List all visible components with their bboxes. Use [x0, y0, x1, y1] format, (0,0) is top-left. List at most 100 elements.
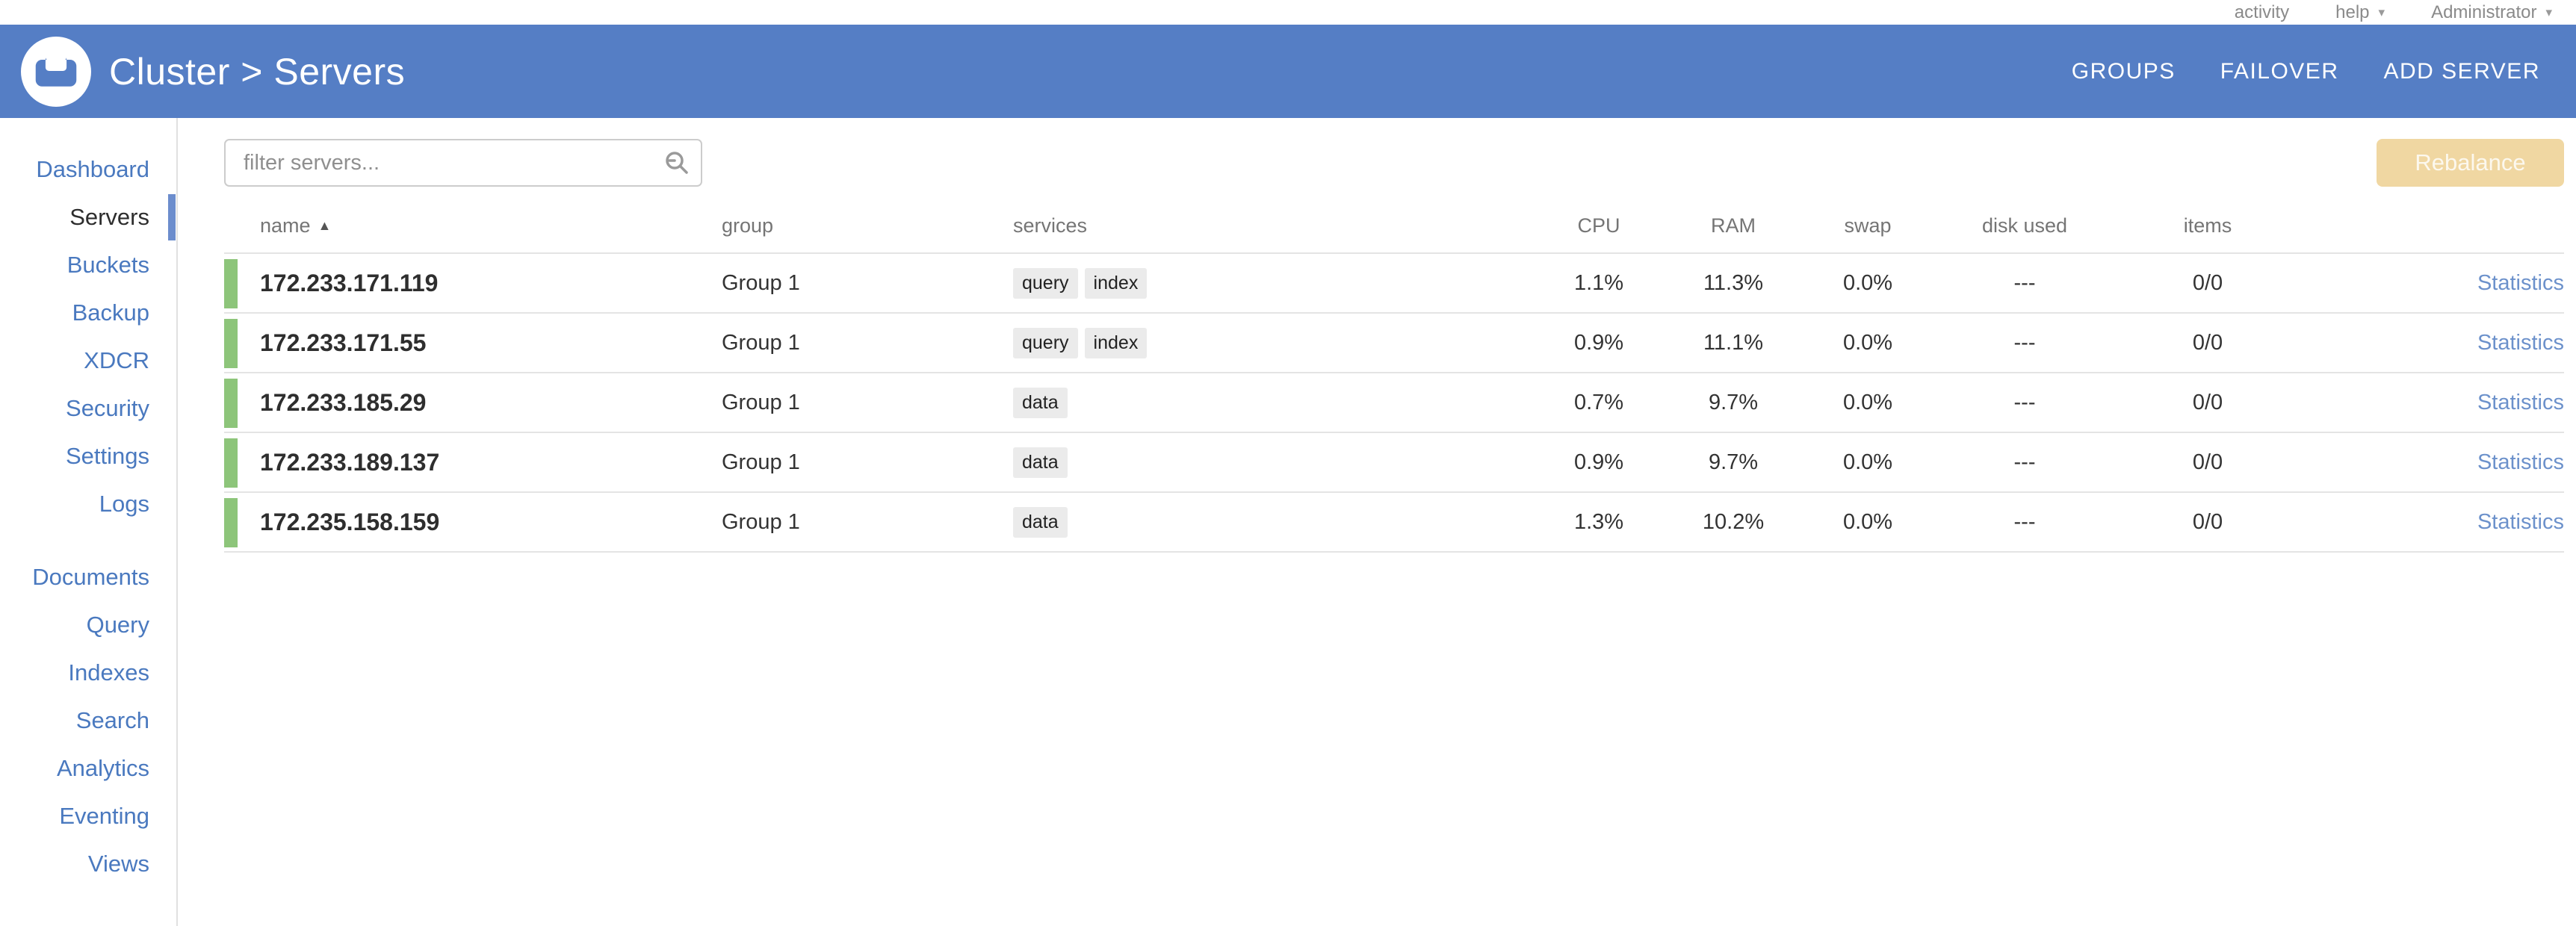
sidebar-item-views[interactable]: Views	[0, 840, 176, 888]
cpu-value: 1.3%	[1532, 510, 1666, 535]
server-services: data	[1009, 388, 1532, 418]
sidebar-item-label: Backup	[72, 299, 149, 326]
sidebar-item-eventing[interactable]: Eventing	[0, 792, 176, 840]
sidebar-item-xdcr[interactable]: XDCR	[0, 337, 176, 385]
sidebar-item-analytics[interactable]: Analytics	[0, 745, 176, 792]
column-header-items[interactable]: items	[2114, 214, 2301, 237]
app-header: Cluster > Servers GROUPS FAILOVER ADD SE…	[0, 25, 2576, 118]
filter-servers-input[interactable]	[224, 139, 702, 187]
rebalance-button[interactable]: Rebalance	[2377, 139, 2564, 187]
sidebar-item-logs[interactable]: Logs	[0, 480, 176, 528]
servers-panel: Rebalance name ▲ group services CPU RAM …	[178, 118, 2576, 926]
cpu-value: 0.7%	[1532, 391, 1666, 415]
items-value: 0/0	[2114, 510, 2301, 535]
server-group: Group 1	[717, 450, 1009, 475]
add-server-button[interactable]: ADD SERVER	[2383, 59, 2540, 84]
sidebar-item-label: Buckets	[67, 252, 149, 279]
items-value: 0/0	[2114, 271, 2301, 296]
statistics-link[interactable]: Statistics	[2477, 331, 2564, 355]
column-header-disk-used[interactable]: disk used	[1935, 214, 2114, 237]
service-badge: query	[1013, 268, 1078, 299]
ram-value: 9.7%	[1666, 391, 1801, 415]
server-group: Group 1	[717, 331, 1009, 355]
health-status-bar	[224, 379, 238, 428]
active-item-indicator	[168, 194, 176, 240]
swap-value: 0.0%	[1801, 510, 1935, 535]
sidebar-item-label: Settings	[66, 443, 149, 470]
servers-table: 172.233.171.119 Group 1 query index 1.1%…	[224, 252, 2564, 553]
server-name: 172.233.171.119	[224, 270, 717, 297]
activity-link[interactable]: activity	[2235, 2, 2289, 23]
sidebar-item-label: Analytics	[57, 755, 149, 782]
caret-down-icon: ▾	[2545, 6, 2552, 19]
column-header-swap[interactable]: swap	[1801, 214, 1935, 237]
statistics-link[interactable]: Statistics	[2477, 450, 2564, 474]
column-header-services[interactable]: services	[1009, 214, 1532, 237]
statistics-link[interactable]: Statistics	[2477, 271, 2564, 295]
health-status-bar	[224, 259, 238, 308]
health-status-bar	[224, 438, 238, 488]
user-menu-label: Administrator	[2431, 2, 2536, 23]
sidebar-item-label: Security	[66, 395, 149, 422]
page-title: Cluster > Servers	[109, 50, 405, 93]
utility-bar: activity help ▾ Administrator ▾	[0, 0, 2576, 25]
statistics-link[interactable]: Statistics	[2477, 510, 2564, 534]
sidebar-item-dashboard[interactable]: Dashboard	[0, 146, 176, 193]
sidebar-item-security[interactable]: Security	[0, 385, 176, 432]
table-row: 172.233.185.29 Group 1 data 0.7% 9.7% 0.…	[224, 373, 2564, 433]
sidebar-item-backup[interactable]: Backup	[0, 289, 176, 337]
sidebar-item-label: XDCR	[84, 347, 149, 374]
sidebar-item-search[interactable]: Search	[0, 697, 176, 745]
sidebar-item-settings[interactable]: Settings	[0, 432, 176, 480]
ram-value: 11.1%	[1666, 331, 1801, 355]
sidebar-item-label: Logs	[99, 491, 149, 518]
cpu-value: 0.9%	[1532, 450, 1666, 475]
servers-table-header: name ▲ group services CPU RAM swap disk …	[224, 205, 2564, 246]
column-header-name[interactable]: name ▲	[224, 214, 717, 237]
cpu-value: 0.9%	[1532, 331, 1666, 355]
column-header-cpu[interactable]: CPU	[1532, 214, 1666, 237]
sidebar-item-label: Dashboard	[36, 156, 149, 183]
user-menu[interactable]: Administrator ▾	[2431, 2, 2552, 23]
column-header-ram[interactable]: RAM	[1666, 214, 1801, 237]
disk-used-value: ---	[1935, 391, 2114, 415]
sidebar-item-label: Indexes	[68, 659, 149, 686]
service-badge: data	[1013, 388, 1068, 418]
ram-value: 11.3%	[1666, 271, 1801, 296]
caret-down-icon: ▾	[2379, 6, 2385, 19]
statistics-link[interactable]: Statistics	[2477, 391, 2564, 414]
sidebar-item-label: Servers	[69, 204, 149, 231]
sidebar-item-query[interactable]: Query	[0, 601, 176, 649]
server-name: 172.235.158.159	[224, 509, 717, 536]
table-row: 172.235.158.159 Group 1 data 1.3% 10.2% …	[224, 493, 2564, 553]
help-menu[interactable]: help ▾	[2335, 2, 2385, 23]
sidebar-item-label: Search	[76, 707, 149, 734]
server-name: 172.233.189.137	[224, 449, 717, 476]
sidebar-item-servers[interactable]: Servers	[0, 193, 176, 241]
sidebar-item-indexes[interactable]: Indexes	[0, 649, 176, 697]
column-header-group[interactable]: group	[717, 214, 1009, 237]
table-row: 172.233.189.137 Group 1 data 0.9% 9.7% 0…	[224, 433, 2564, 493]
search-icon	[663, 149, 690, 176]
server-services: query index	[1009, 268, 1532, 299]
sidebar-item-buckets[interactable]: Buckets	[0, 241, 176, 289]
service-badge: data	[1013, 507, 1068, 538]
service-badge: query	[1013, 328, 1078, 358]
server-name: 172.233.185.29	[224, 389, 717, 417]
failover-button[interactable]: FAILOVER	[2220, 59, 2339, 84]
column-header-label: name	[260, 214, 311, 237]
couchbase-logo-icon	[21, 37, 91, 107]
table-row: 172.233.171.55 Group 1 query index 0.9% …	[224, 314, 2564, 373]
server-services: data	[1009, 507, 1532, 538]
disk-used-value: ---	[1935, 331, 2114, 355]
server-group: Group 1	[717, 271, 1009, 296]
activity-link-label: activity	[2235, 2, 2289, 23]
service-badge: data	[1013, 447, 1068, 478]
swap-value: 0.0%	[1801, 391, 1935, 415]
sidebar-item-label: Documents	[32, 564, 149, 591]
groups-button[interactable]: GROUPS	[2072, 59, 2176, 84]
sidebar-item-documents[interactable]: Documents	[0, 553, 176, 601]
health-status-bar	[224, 498, 238, 547]
sidebar: Dashboard Servers Buckets Backup XDCR Se…	[0, 118, 178, 926]
swap-value: 0.0%	[1801, 271, 1935, 296]
